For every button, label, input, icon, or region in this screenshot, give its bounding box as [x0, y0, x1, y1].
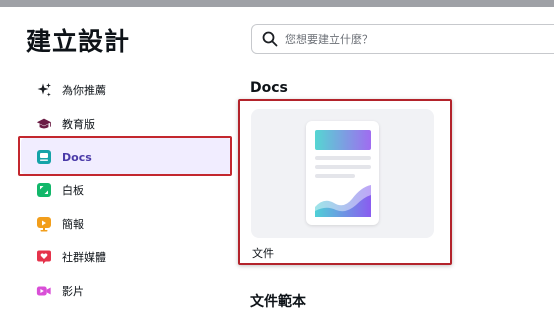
sidebar-item-label: 簡報	[62, 218, 84, 231]
section-title-templates: 文件範本	[250, 294, 306, 310]
search-bar[interactable]	[251, 24, 554, 54]
presentation-icon	[36, 216, 52, 232]
sidebar-item-recommended[interactable]: 為你推薦	[36, 79, 106, 101]
document-illustration	[306, 121, 379, 225]
sidebar-item-label: 教育版	[62, 118, 95, 131]
search-icon	[255, 25, 285, 53]
video-icon	[36, 283, 52, 299]
social-heart-icon	[36, 249, 52, 265]
sidebar-item-label: 影片	[62, 285, 84, 298]
sidebar-item-label: 白板	[62, 184, 84, 197]
whiteboard-icon	[36, 182, 52, 198]
doc-card-caption: 文件	[252, 247, 274, 260]
section-title-docs: Docs	[250, 80, 288, 96]
sidebar-item-label: 為你推薦	[62, 84, 106, 97]
sidebar-item-education[interactable]: 教育版	[36, 113, 95, 135]
sidebar-docs-highlight	[18, 136, 232, 176]
sidebar-item-social-media[interactable]: 社群媒體	[36, 246, 106, 268]
window-top-strip	[0, 0, 554, 7]
dialog-title: 建立設計	[26, 27, 131, 56]
sidebar-item-whiteboard[interactable]: 白板	[36, 179, 84, 201]
graduation-cap-icon	[36, 116, 52, 132]
sidebar-item-presentation[interactable]: 簡報	[36, 213, 84, 235]
sparkle-icon	[36, 82, 52, 98]
sidebar-item-video[interactable]: 影片	[36, 280, 84, 302]
search-input[interactable]	[285, 32, 535, 46]
sidebar-item-label: 社群媒體	[62, 251, 106, 264]
